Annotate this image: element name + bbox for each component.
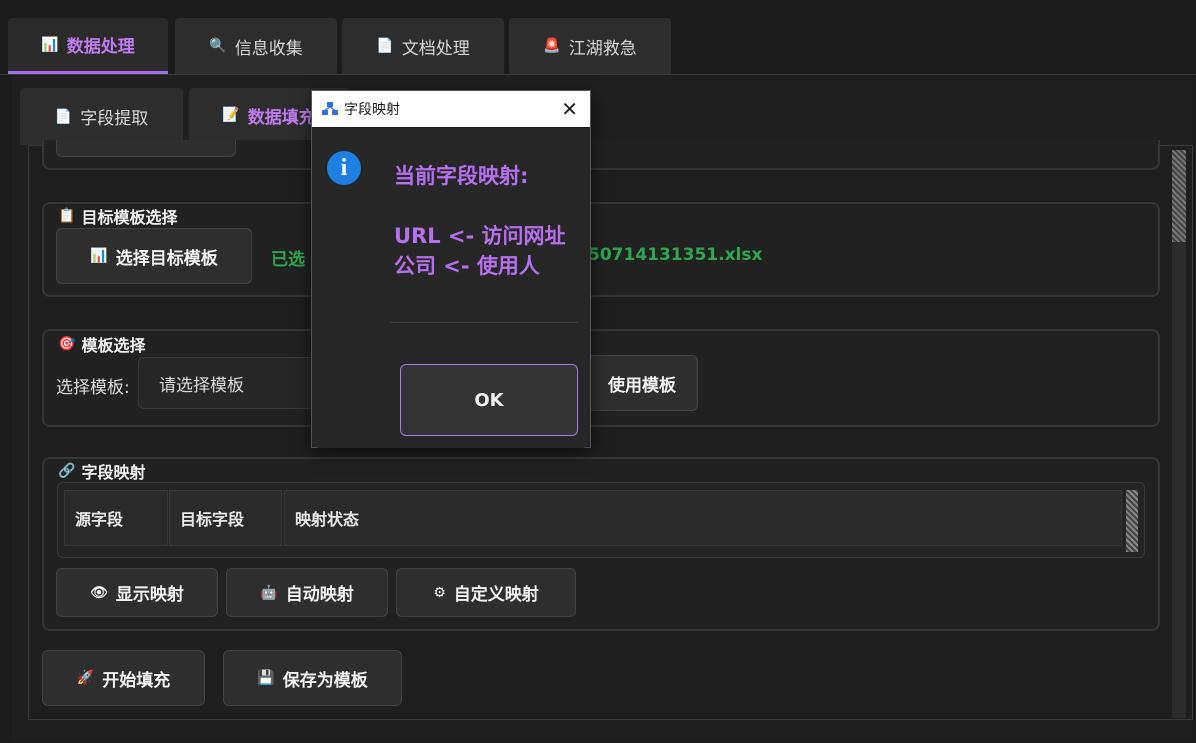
subtab-label: 字段提取: [80, 109, 149, 129]
tab-label: 文档处理: [401, 38, 470, 59]
dialog-body: i 当前字段映射: URL <- 访问网址 公司 <- 使用人 OK: [312, 128, 590, 448]
tab-data-processing[interactable]: 📊 数据处理: [8, 18, 168, 74]
subtab-label: 数据填充: [247, 107, 316, 128]
dialog-message-line: 公司 <- 使用人: [394, 254, 540, 278]
button-label: 使用模板: [608, 375, 676, 396]
tab-info-collection[interactable]: 🔍 信息收集: [175, 18, 337, 74]
select-target-template-button[interactable]: 📊 选择目标模板: [56, 228, 252, 284]
dialog-titlebar[interactable]: 字段映射 ✕: [312, 91, 590, 127]
dropdown-placeholder: 请选择模板: [159, 375, 244, 396]
app-icon: [322, 102, 338, 116]
column-header-target[interactable]: 目标字段: [169, 490, 282, 546]
dialog-message-title: 当前字段映射:: [394, 164, 529, 188]
dialog-title: 字段映射: [344, 102, 400, 118]
dialog-separator: [390, 322, 578, 323]
target-icon: 🎯: [58, 336, 76, 352]
button-label: 显示映射: [115, 585, 184, 605]
search-icon: 🔍: [209, 38, 227, 54]
link-icon: 🔗: [58, 463, 76, 479]
save-as-template-button[interactable]: 💾 保存为模板: [223, 650, 402, 706]
template-select-title: 🎯 模板选择: [58, 332, 145, 356]
close-icon[interactable]: ✕: [561, 97, 578, 121]
table-scrollbar[interactable]: [1126, 490, 1138, 552]
siren-icon: 🚨: [543, 38, 561, 54]
start-fill-button[interactable]: 🚀 开始填充: [42, 650, 205, 706]
custom-mapping-button[interactable]: ⚙ 自定义映射: [396, 568, 576, 617]
tab-label: 数据处理: [66, 37, 135, 57]
main-scrollbar-thumb[interactable]: [1172, 150, 1186, 242]
target-template-title: 📋 目标模板选择: [58, 204, 177, 228]
group-title-text: 目标模板选择: [81, 208, 178, 227]
show-mapping-button[interactable]: 👁 显示映射: [56, 568, 218, 617]
auto-mapping-button[interactable]: 🤖 自动映射: [226, 568, 388, 617]
selected-file-prefix: 已选: [271, 250, 305, 270]
memo-icon: 📝: [222, 107, 240, 123]
button-label: 自定义映射: [453, 585, 539, 605]
column-header-source[interactable]: 源字段: [64, 490, 168, 546]
field-mapping-dialog: 字段映射 ✕ i 当前字段映射: URL <- 访问网址 公司 <- 使用人 O…: [311, 90, 591, 448]
clipboard-icon: 📋: [58, 208, 76, 224]
tab-document-processing[interactable]: 📄 文档处理: [342, 18, 504, 74]
template-dropdown[interactable]: 请选择模板: [138, 357, 318, 409]
floppy-disk-icon: 💾: [257, 670, 275, 686]
dialog-message-line: URL <- 访问网址: [394, 224, 566, 248]
document-icon: 📄: [376, 38, 394, 54]
button-label: 保存为模板: [282, 670, 368, 691]
eye-icon: 👁: [90, 584, 108, 601]
robot-icon: 🤖: [260, 584, 278, 601]
column-header-status[interactable]: 映射状态: [284, 490, 1122, 546]
selected-file-name: 50714131351.xlsx: [588, 245, 763, 265]
ok-button[interactable]: OK: [400, 364, 578, 436]
tab-label: 江湖救急: [568, 38, 637, 59]
group-title-text: 字段映射: [81, 463, 146, 482]
button-label: 选择目标模板: [115, 248, 218, 269]
info-icon: i: [327, 151, 361, 185]
bar-chart-icon: 📊: [41, 36, 59, 53]
tab-emergency[interactable]: 🚨 江湖救急: [509, 18, 671, 74]
rocket-icon: 🚀: [76, 670, 95, 686]
button-label: 开始填充: [102, 670, 171, 691]
document-icon: 📄: [54, 108, 73, 125]
field-mapping-title: 🔗 字段映射: [58, 459, 145, 483]
group-title-text: 模板选择: [81, 336, 146, 355]
button-label: 自动映射: [285, 585, 354, 605]
template-label: 选择模板:: [56, 378, 130, 398]
bar-chart-icon: 📊: [90, 248, 108, 264]
gear-icon: ⚙: [433, 584, 446, 601]
use-template-button[interactable]: 使用模板: [586, 355, 698, 411]
tab-label: 信息收集: [234, 38, 303, 59]
previous-button[interactable]: [56, 140, 236, 157]
subtab-field-extract[interactable]: 📄 字段提取: [20, 88, 183, 145]
